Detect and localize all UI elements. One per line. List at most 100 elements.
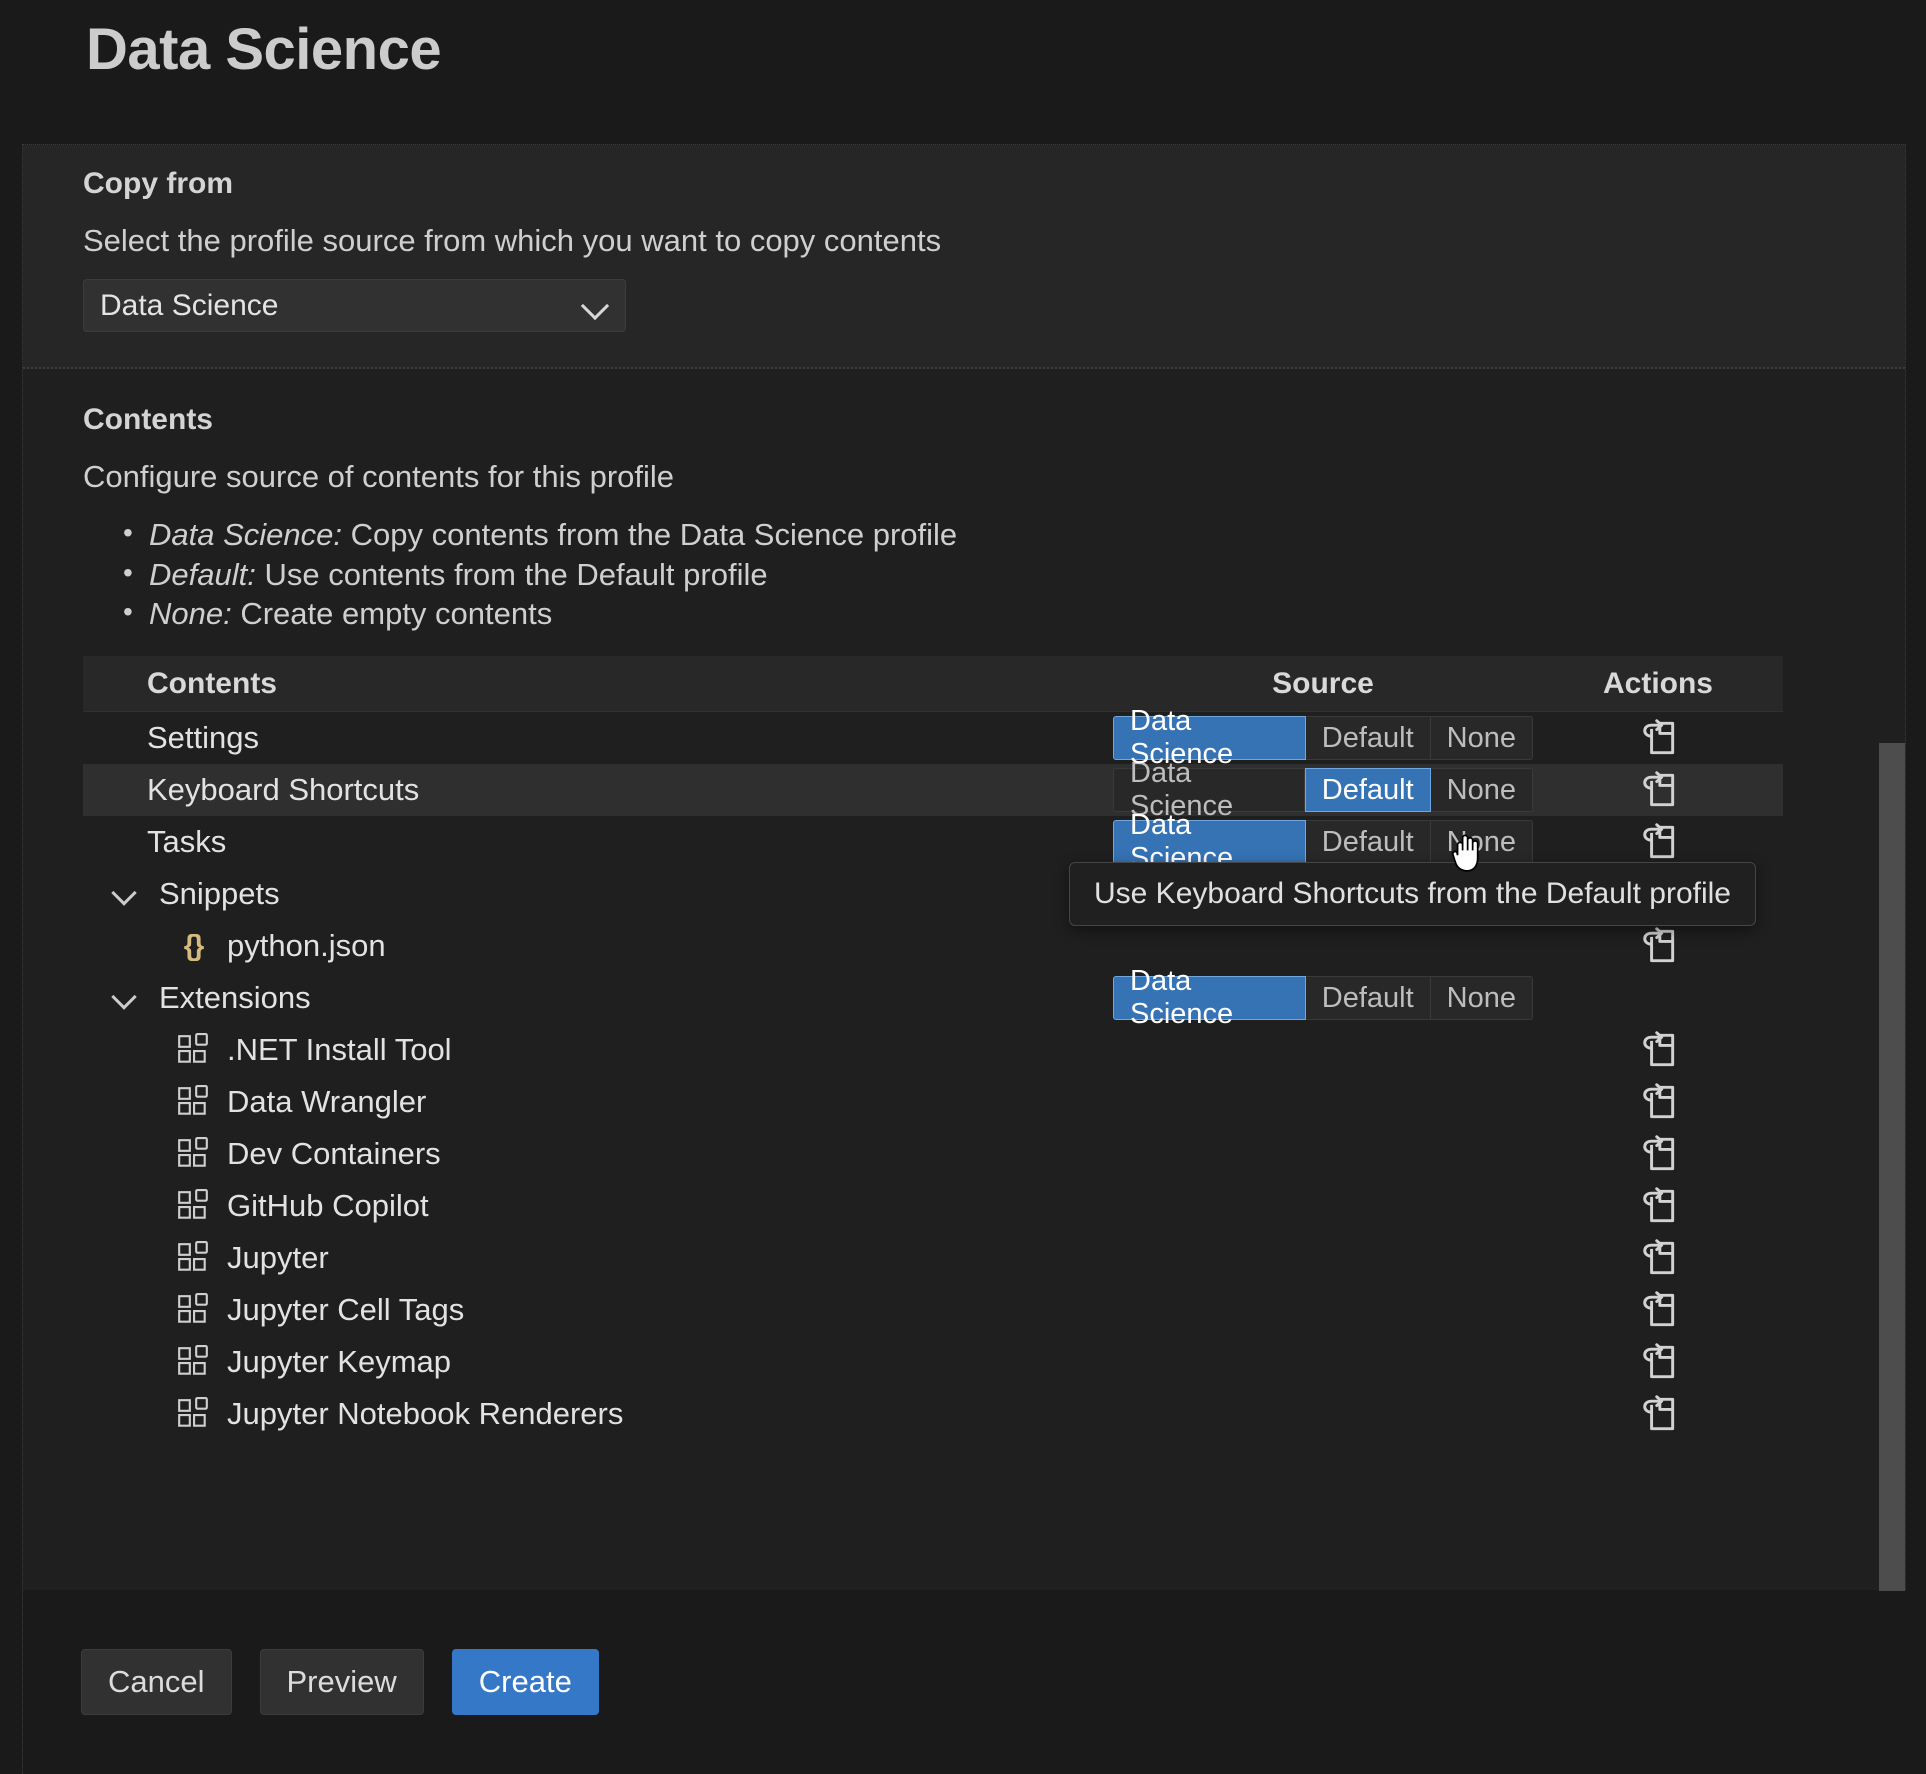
contents-scrollbar[interactable] [1879, 595, 1905, 1591]
row-label-cell: Extensions [83, 979, 1113, 1017]
bullet-term: None: [149, 596, 232, 632]
table-row[interactable]: Extensions Data Science Default None [83, 965, 1783, 1030]
actions-cell [1533, 1132, 1783, 1176]
row-label-text: Data Wrangler [227, 1084, 427, 1120]
bullet-description: Copy contents from the Data Science prof… [342, 517, 958, 552]
extensions-icon [171, 1137, 215, 1171]
contents-bullet-item: Data Science: Copy contents from the Dat… [83, 515, 1845, 555]
source-option-data-science[interactable]: Data Science [1113, 809, 1306, 874]
table-row[interactable]: Settings Data Science Default None [83, 705, 1783, 770]
extensions-icon [171, 1293, 215, 1327]
json-braces-icon: {} [183, 929, 205, 962]
export-to-file-icon[interactable] [1636, 924, 1680, 968]
column-header-actions: Actions [1602, 666, 1713, 700]
bullet-term: Default: [149, 556, 256, 592]
source-option-default[interactable]: Default [1304, 768, 1431, 813]
table-row[interactable]: Data Wrangler [83, 1076, 1783, 1128]
source-option-none[interactable]: None [1430, 976, 1533, 1021]
chevron-down-icon[interactable] [107, 979, 145, 1017]
export-to-file-icon[interactable] [1636, 716, 1680, 760]
source-segmented-control: Data ScienceDefaultNone [1113, 705, 1533, 770]
extensions-icon [171, 1241, 215, 1275]
table-row[interactable]: Jupyter [83, 1232, 1783, 1284]
table-row[interactable]: Dev Containers [83, 1128, 1783, 1180]
export-to-file-icon[interactable] [1636, 1340, 1680, 1384]
source-option-data-science[interactable]: Data Science [1113, 705, 1306, 770]
preview-button[interactable]: Preview [259, 1649, 424, 1715]
source-option-none[interactable]: None [1430, 768, 1533, 813]
export-to-file-icon[interactable] [1636, 1132, 1680, 1176]
source-option-default[interactable]: Default [1305, 976, 1431, 1021]
create-button[interactable]: Create [451, 1649, 599, 1715]
contents-bullet-list: Data Science: Copy contents from the Dat… [83, 515, 1845, 634]
source-option-data-science[interactable]: Data Science [1113, 965, 1306, 1030]
table-row[interactable]: Jupyter Notebook Renderers [83, 1388, 1783, 1440]
contents-bullet-item: None: Create empty contents [83, 594, 1845, 634]
actions-cell [1533, 924, 1783, 968]
bullet-description: Create empty contents [231, 596, 553, 632]
table-row[interactable]: {} python.json [83, 920, 1783, 972]
cancel-button[interactable]: Cancel [81, 1649, 232, 1715]
table-row[interactable]: Jupyter Cell Tags [83, 1284, 1783, 1336]
source-segmented-control: Data ScienceDefaultNone [1113, 757, 1533, 822]
source-option-data-science[interactable]: Data Science [1113, 757, 1305, 822]
profile-panel: Copy from Select the profile source from… [22, 144, 1907, 1774]
row-label-cell: Jupyter Cell Tags [83, 1292, 1113, 1328]
contents-table: Contents Source Actions Settings Data Sci… [83, 656, 1783, 1440]
column-header-contents: Contents [147, 666, 277, 700]
row-label-cell: Jupyter Notebook Renderers [83, 1396, 1113, 1432]
source-option-none[interactable]: None [1430, 716, 1533, 761]
contents-title: Contents [83, 403, 213, 436]
actions-cell [1533, 1392, 1783, 1436]
table-row[interactable]: .NET Install Tool [83, 1024, 1783, 1076]
export-to-file-icon[interactable] [1636, 1184, 1680, 1228]
table-body: Settings Data Science Default None Keyboard … [83, 705, 1783, 1440]
export-to-file-icon[interactable] [1636, 1392, 1680, 1436]
row-label-text: python.json [227, 928, 386, 964]
export-to-file-icon[interactable] [1636, 1080, 1680, 1124]
row-label-cell: {} python.json [83, 928, 1113, 964]
contents-scrollbar-thumb[interactable] [1879, 743, 1905, 1591]
contents-description: Configure source of contents for this pr… [83, 459, 675, 494]
row-label-text: Jupyter Notebook Renderers [227, 1396, 624, 1432]
extensions-icon [171, 1397, 215, 1431]
row-label-cell: Dev Containers [83, 1136, 1113, 1172]
table-row[interactable]: Keyboard Shortcuts Data Science Default Non… [83, 757, 1783, 822]
source-option-default[interactable]: Default [1305, 820, 1431, 865]
export-to-file-icon[interactable] [1636, 1236, 1680, 1280]
extensions-icon [171, 1033, 215, 1067]
row-label-text: Tasks [147, 824, 227, 860]
row-label-cell: Tasks [83, 824, 1113, 860]
copy-from-description: Select the profile source from which you… [83, 223, 942, 258]
export-to-file-icon[interactable] [1636, 768, 1680, 812]
row-label-cell: Data Wrangler [83, 1084, 1113, 1120]
extensions-icon [171, 1189, 215, 1223]
row-label-cell: Jupyter [83, 1240, 1113, 1276]
bullet-term: Data Science: [149, 517, 342, 552]
table-row[interactable]: GitHub Copilot [83, 1180, 1783, 1232]
row-label-cell: Snippets [83, 875, 1113, 913]
copy-from-select-value: Data Science [100, 288, 279, 322]
row-label-text: GitHub Copilot [227, 1188, 429, 1224]
footer-actions: Cancel Preview Create [23, 1590, 1907, 1774]
table-row[interactable]: Jupyter Keymap [83, 1336, 1783, 1388]
chevron-down-icon[interactable] [107, 875, 145, 913]
column-header-source: Source [1272, 666, 1374, 700]
row-label-text: Settings [147, 720, 260, 756]
table-row[interactable]: Tasks Data Science Default None [83, 809, 1783, 874]
copy-from-select[interactable]: Data Science [83, 279, 626, 332]
export-to-file-icon[interactable] [1636, 820, 1680, 864]
source-option-default[interactable]: Default [1305, 716, 1431, 761]
contents-bullet-item: Default: Use contents from the Default p… [83, 555, 1845, 595]
actions-cell [1533, 768, 1783, 812]
copy-from-title: Copy from [83, 167, 233, 200]
row-label-text: Jupyter Cell Tags [227, 1292, 465, 1328]
export-to-file-icon[interactable] [1636, 1288, 1680, 1332]
actions-cell [1533, 1184, 1783, 1228]
extensions-icon [171, 1345, 215, 1379]
actions-cell [1533, 1080, 1783, 1124]
bullet-description: Use contents from the Default profile [255, 556, 768, 592]
export-to-file-icon[interactable] [1636, 1028, 1680, 1072]
source-cell: Data ScienceDefaultNone [1113, 705, 1533, 770]
row-label-text: Snippets [159, 876, 280, 912]
